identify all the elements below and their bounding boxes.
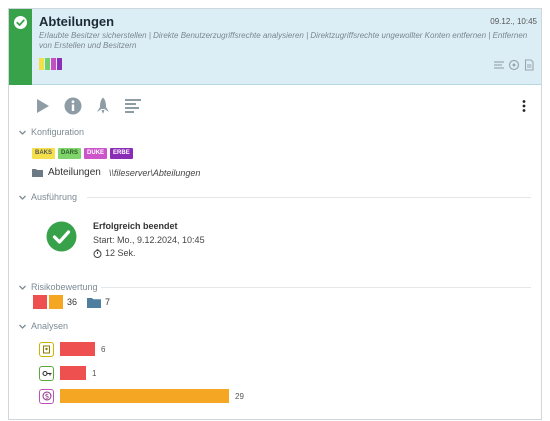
success-check-icon (14, 16, 27, 29)
analysis-value: 29 (235, 391, 244, 401)
play-icon[interactable] (33, 96, 53, 116)
swatch (51, 58, 56, 70)
job-toolbar (9, 86, 541, 125)
chevron-down-icon (18, 283, 27, 292)
tag-baks: BAKS (32, 148, 56, 159)
folder-icon (87, 297, 102, 308)
job-description: Erlaubte Besitzer sicherstellen | Direkt… (39, 31, 528, 50)
info-icon[interactable] (63, 96, 83, 116)
analysis-row[interactable]: 6 (39, 341, 106, 357)
rocket-icon[interactable] (93, 96, 113, 116)
section-execution-label: Ausführung (31, 192, 78, 202)
chevron-down-icon (18, 193, 27, 202)
execution-duration: 12 Sek. (93, 248, 136, 258)
list-icon[interactable] (493, 58, 505, 70)
risk-folder-count: 7 (105, 297, 111, 307)
dollar-badge-icon: $ (39, 388, 54, 404)
section-config-label: Konfiguration (31, 127, 85, 137)
timer-icon (93, 248, 102, 258)
section-config-header[interactable]: Konfiguration (18, 127, 84, 137)
key-badge-icon (39, 365, 54, 381)
tag-erbe: ERBE (110, 148, 133, 159)
folder-name: Abteilungen (48, 167, 101, 178)
risk-medium-count: 36 (67, 297, 78, 307)
report-icon[interactable] (123, 96, 143, 116)
analysis-value: 1 (92, 368, 97, 378)
owner-badge-icon (39, 341, 54, 357)
tag-duke: DUKE (84, 148, 108, 159)
chevron-down-icon (18, 128, 27, 137)
section-execution-header[interactable]: Ausführung (18, 192, 77, 202)
job-header[interactable]: Abteilungen 09.12., 10:45 Erlaubte Besit… (9, 9, 541, 85)
svg-text:$: $ (44, 393, 48, 401)
execution-status: Erfolgreich beendet (93, 221, 178, 231)
folder-row[interactable]: Abteilungen \\fileserver\Abteilungen (32, 167, 200, 178)
execution-duration-value: 12 Sek. (105, 248, 136, 258)
tag-dars: DARS (58, 148, 82, 159)
folder-icon (32, 168, 43, 177)
risk-medium-square (49, 295, 63, 309)
job-date: 09.12., 10:45 (490, 17, 537, 26)
document-icon[interactable] (523, 58, 535, 71)
chevron-down-icon (18, 322, 27, 331)
analysis-row[interactable]: $ 29 (39, 388, 244, 404)
swatch (39, 58, 44, 70)
swatch (45, 58, 50, 70)
execution-start: Start: Mo., 9.12.2024, 10:45 (93, 235, 205, 245)
analysis-bar (60, 342, 95, 356)
folder-path: \\fileserver\Abteilungen (108, 167, 201, 178)
share-icon[interactable] (508, 58, 520, 71)
section-analyses-header[interactable]: Analysen (18, 321, 68, 331)
analysis-row[interactable]: 1 (39, 365, 97, 381)
job-card: Abteilungen 09.12., 10:45 Erlaubte Besit… (8, 8, 542, 420)
risk-summary: 36 7 (33, 295, 110, 309)
swatch (57, 58, 62, 70)
section-analyses-label: Analysen (31, 321, 69, 331)
kebab-menu-icon[interactable] (521, 98, 527, 114)
tag-list: BAKS DARS DUKE ERBE (32, 148, 133, 159)
section-divider (87, 197, 531, 198)
analysis-bar (60, 389, 229, 403)
analysis-value: 6 (101, 344, 106, 354)
analysis-bar (60, 366, 86, 380)
risk-high-square (33, 295, 47, 309)
label-swatches (39, 58, 63, 70)
section-risk-header[interactable]: Risikobewertung (18, 282, 98, 292)
success-check-icon (46, 221, 77, 252)
header-icons (493, 58, 535, 71)
section-risk-label: Risikobewertung (31, 282, 98, 292)
job-title: Abteilungen (39, 14, 115, 29)
section-divider (101, 287, 531, 288)
